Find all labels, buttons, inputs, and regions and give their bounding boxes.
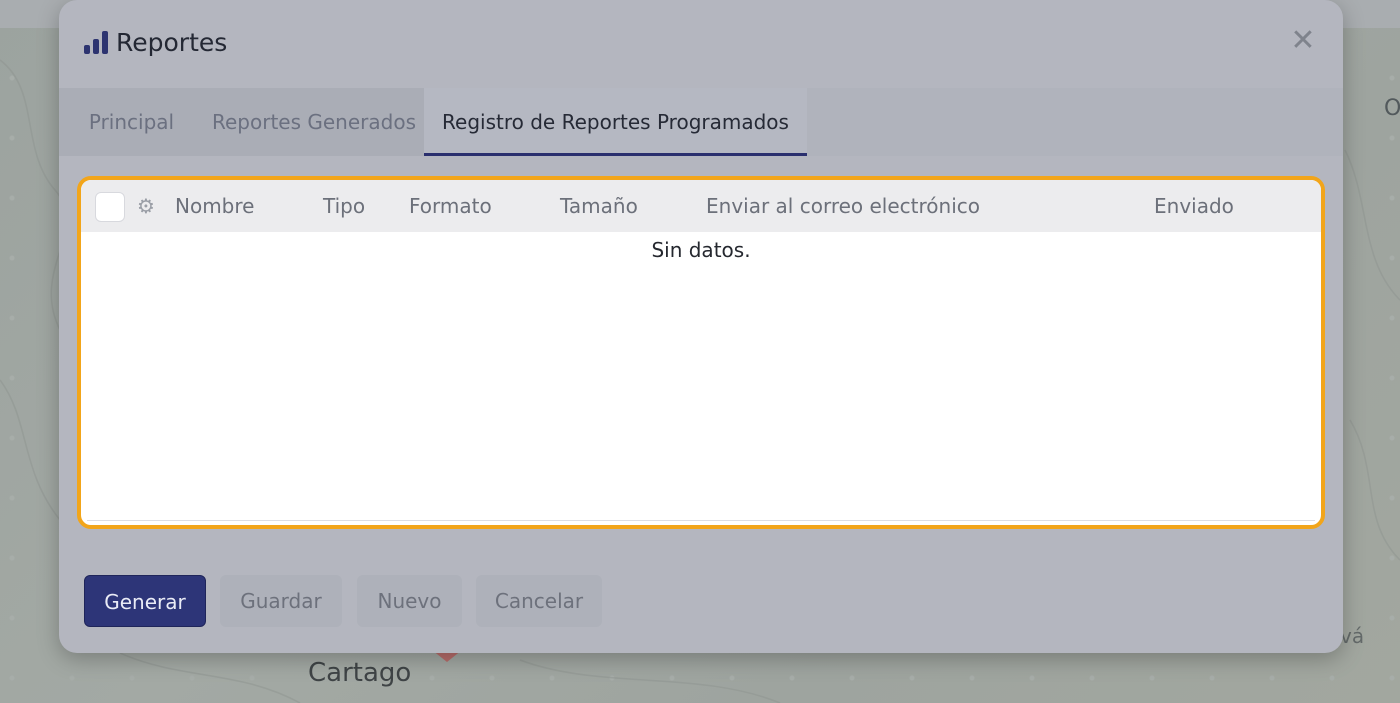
grid-header: ⚙ Nombre Tipo Formato Tamaño Enviar al c… — [81, 180, 1321, 232]
save-button[interactable]: Guardar — [220, 575, 342, 627]
tab-scheduled-reports-log[interactable]: Registro de Reportes Programados — [424, 88, 807, 156]
map-city-label: Cartago — [308, 658, 412, 688]
column-header-size[interactable]: Tamaño — [560, 180, 638, 232]
tab-bar: Principal Reportes Generados Registro de… — [59, 88, 1343, 156]
modal-footer: Generar Guardar Nuevo Cancelar — [59, 560, 1343, 653]
close-icon[interactable]: ✕ — [1289, 26, 1317, 56]
select-all-checkbox[interactable] — [95, 192, 125, 222]
column-header-send-email[interactable]: Enviar al correo electrónico — [706, 180, 980, 232]
column-header-format[interactable]: Formato — [409, 180, 492, 232]
column-header-sent[interactable]: Enviado — [1154, 180, 1234, 232]
bar-chart-icon — [84, 30, 110, 54]
column-header-name[interactable]: Nombre — [175, 180, 254, 232]
scheduled-reports-grid: ⚙ Nombre Tipo Formato Tamaño Enviar al c… — [77, 176, 1325, 529]
gears-icon[interactable]: ⚙ — [137, 196, 155, 216]
new-button[interactable]: Nuevo — [357, 575, 462, 627]
reports-modal: Reportes ✕ Principal Reportes Generados … — [59, 0, 1343, 653]
empty-grid-message: Sin datos. — [651, 238, 751, 262]
modal-title: Reportes — [116, 28, 228, 57]
map-edge-label: O — [1384, 96, 1400, 121]
map-edge-label: vá — [1340, 624, 1365, 648]
generate-button[interactable]: Generar — [84, 575, 206, 627]
modal-header: Reportes ✕ — [59, 0, 1343, 88]
column-header-type[interactable]: Tipo — [323, 180, 365, 232]
tab-principal[interactable]: Principal — [59, 88, 204, 156]
grid-divider — [87, 520, 1315, 521]
tab-generated-reports[interactable]: Reportes Generados — [204, 88, 424, 156]
cancel-button[interactable]: Cancelar — [476, 575, 602, 627]
